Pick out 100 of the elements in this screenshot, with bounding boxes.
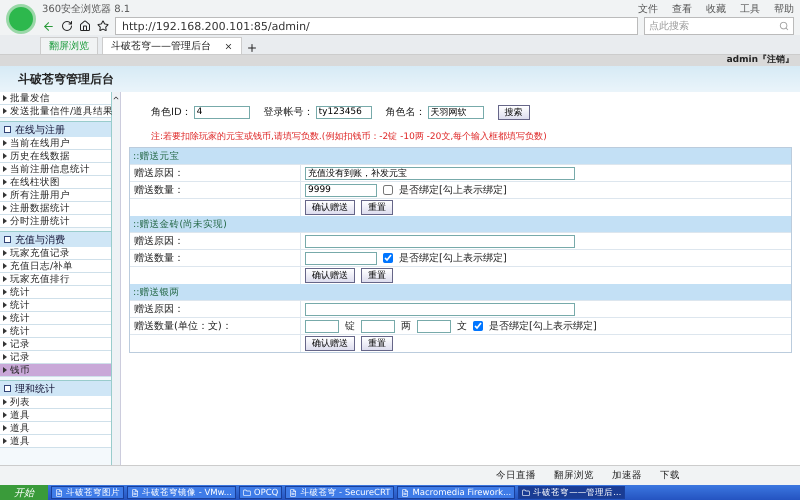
search-label: 登录帐号： xyxy=(264,106,314,119)
sidebar-item[interactable]: 列表 xyxy=(0,396,111,409)
sidebar-item[interactable]: 在线柱状图 xyxy=(0,176,111,189)
taskbar-item[interactable]: 斗破苍穹 - SecureCRT xyxy=(285,486,394,499)
confirm-button[interactable]: 确认赠送 xyxy=(305,336,355,351)
checkbox-label: 是否绑定[勾上表示绑定] xyxy=(399,252,507,265)
sidebar-item[interactable]: 玩家充值记录 xyxy=(0,247,111,260)
sidebar-item[interactable]: 注册数据统计 xyxy=(0,202,111,215)
sidebar-item[interactable]: 充值日志/补单 xyxy=(0,260,111,273)
sidebar-item[interactable]: 钱币 xyxy=(0,364,111,377)
reason-field[interactable] xyxy=(305,234,575,248)
reset-button[interactable]: 重置 xyxy=(361,268,393,283)
field-label: 赠送原因： xyxy=(134,166,184,180)
field-label: 赠送数量： xyxy=(134,252,184,265)
menu-item[interactable]: 收藏 xyxy=(706,2,726,16)
scrollbar[interactable] xyxy=(112,92,121,465)
browser-logo-icon[interactable] xyxy=(6,4,36,34)
sidebar-item[interactable]: 分时注册统计 xyxy=(0,215,111,228)
back-icon[interactable] xyxy=(42,20,55,32)
taskbar-item[interactable]: 斗破苍穹图片 xyxy=(51,486,124,499)
new-tab-icon[interactable] xyxy=(246,42,258,54)
document-icon xyxy=(131,488,139,496)
user-logout-link[interactable]: admin『注销』 xyxy=(726,55,794,66)
home-icon[interactable] xyxy=(79,20,91,32)
bind-checkbox[interactable] xyxy=(473,321,483,331)
sidebar-item[interactable]: 当前在线用户 xyxy=(0,137,111,150)
reason-field[interactable]: 充值没有到账，补发元宝 xyxy=(305,166,575,180)
sidebar-item[interactable]: 记录 xyxy=(0,338,111,351)
sidebar-item[interactable]: 当前注册信息统计 xyxy=(0,163,111,176)
bind-checkbox[interactable] xyxy=(383,253,393,263)
sidebar-section[interactable]: 理和统计 xyxy=(0,380,111,396)
menu-item[interactable]: 文件 xyxy=(638,2,658,16)
field-label: 赠送原因： xyxy=(134,302,184,316)
sidebar-item[interactable]: 道具 xyxy=(0,409,111,422)
search-button[interactable]: 搜索 xyxy=(498,104,530,120)
field-label: 赠送数量(单位：文)： xyxy=(134,320,232,333)
confirm-button[interactable]: 确认赠送 xyxy=(305,200,355,215)
sidebar-item[interactable]: 统计 xyxy=(0,312,111,325)
sidebar-item[interactable]: 统计 xyxy=(0,325,111,338)
document-icon xyxy=(401,488,410,496)
sidebar-item[interactable]: 道具 xyxy=(0,435,111,448)
sidebar-item[interactable]: 记录 xyxy=(0,351,111,364)
search-input[interactable]: 4 xyxy=(194,106,250,118)
field-label: 赠送原因： xyxy=(134,234,184,248)
confirm-button[interactable]: 确认赠送 xyxy=(305,268,355,283)
reason-field[interactable] xyxy=(305,302,575,316)
sidebar-item[interactable]: 玩家充值排行 xyxy=(0,273,111,286)
star-icon[interactable] xyxy=(97,20,109,32)
taskbar-item[interactable]: OPCQ xyxy=(238,486,282,499)
section-header: ::赠送金砖(尚未实现) xyxy=(130,216,791,232)
checkbox-label: 是否绑定[勾上表示绑定] xyxy=(489,320,597,333)
unit-label: 锭 xyxy=(345,320,355,333)
status-item[interactable]: 下载 xyxy=(660,469,680,482)
bind-checkbox[interactable] xyxy=(383,185,393,195)
taskbar-item[interactable]: 斗破苍穹——管理后... xyxy=(518,486,626,499)
close-icon[interactable] xyxy=(224,42,233,50)
sidebar-item[interactable]: 发送批量信件/道具结果 xyxy=(0,105,111,118)
document-icon xyxy=(55,488,63,496)
sidebar-item[interactable]: 统计 xyxy=(0,299,111,312)
status-item[interactable]: 翻屏浏览 xyxy=(554,469,594,482)
folder-icon xyxy=(242,488,251,496)
menu-item[interactable]: 帮助 xyxy=(774,2,794,16)
unit-label: 文 xyxy=(457,320,467,333)
amount-field[interactable] xyxy=(361,320,395,332)
status-item[interactable]: 加速器 xyxy=(612,469,642,482)
search-icon[interactable] xyxy=(779,21,789,31)
sidebar-item[interactable]: 历史在线数据 xyxy=(0,150,111,163)
reset-button[interactable]: 重置 xyxy=(361,200,393,215)
folder-icon xyxy=(522,488,530,496)
address-bar[interactable]: http://192.168.200.101:85/admin/ xyxy=(115,17,638,35)
sidebar-item[interactable]: 统计 xyxy=(0,286,111,299)
scroll-up-icon[interactable] xyxy=(112,94,120,102)
sidebar-item[interactable]: 道具 xyxy=(0,422,111,435)
start-button[interactable]: 开始 xyxy=(0,485,48,500)
amount-field[interactable]: 9999 xyxy=(305,184,377,196)
section-header: ::赠送银两 xyxy=(130,284,791,300)
page-title: 斗破苍穹管理后台 xyxy=(18,70,114,88)
amount-field[interactable] xyxy=(305,320,339,332)
menu-item[interactable]: 查看 xyxy=(672,2,692,16)
taskbar-item[interactable]: Macromedia Firework... xyxy=(397,486,516,499)
search-label: 角色ID： xyxy=(151,106,192,119)
sidebar-item[interactable]: 批量发信 xyxy=(0,92,111,105)
window-title: 360安全浏览器 8.1 xyxy=(42,2,130,16)
search-label: 角色名： xyxy=(386,106,426,119)
status-item[interactable]: 今日直播 xyxy=(496,469,536,482)
search-input[interactable]: 天羽网软 xyxy=(428,106,484,118)
menu-item[interactable]: 工具 xyxy=(740,2,760,16)
browser-tab[interactable]: 斗破苍穹——管理后台 xyxy=(102,37,242,54)
refresh-icon[interactable] xyxy=(61,20,73,32)
section-header: ::赠送元宝 xyxy=(130,148,791,164)
note-text: 注:若要扣除玩家的元宝或钱币,请填写负数.(例如扣钱币：-2锭 -10两 -20文,每个输入框都填写负数) xyxy=(150,130,548,144)
amount-field[interactable] xyxy=(305,252,377,264)
sidebar-item[interactable]: 所有注册用户 xyxy=(0,189,111,202)
sidebar-section[interactable]: 在线与注册 xyxy=(0,121,111,137)
checkbox-label: 是否绑定[勾上表示绑定] xyxy=(399,184,507,197)
search-input[interactable]: ty123456 xyxy=(316,106,372,118)
sidebar-section[interactable]: 充值与消费 xyxy=(0,231,111,247)
reset-button[interactable]: 重置 xyxy=(361,336,393,351)
amount-field[interactable] xyxy=(417,320,451,332)
taskbar-item[interactable]: 斗破苍穹镜像 - VMw... xyxy=(127,486,236,499)
